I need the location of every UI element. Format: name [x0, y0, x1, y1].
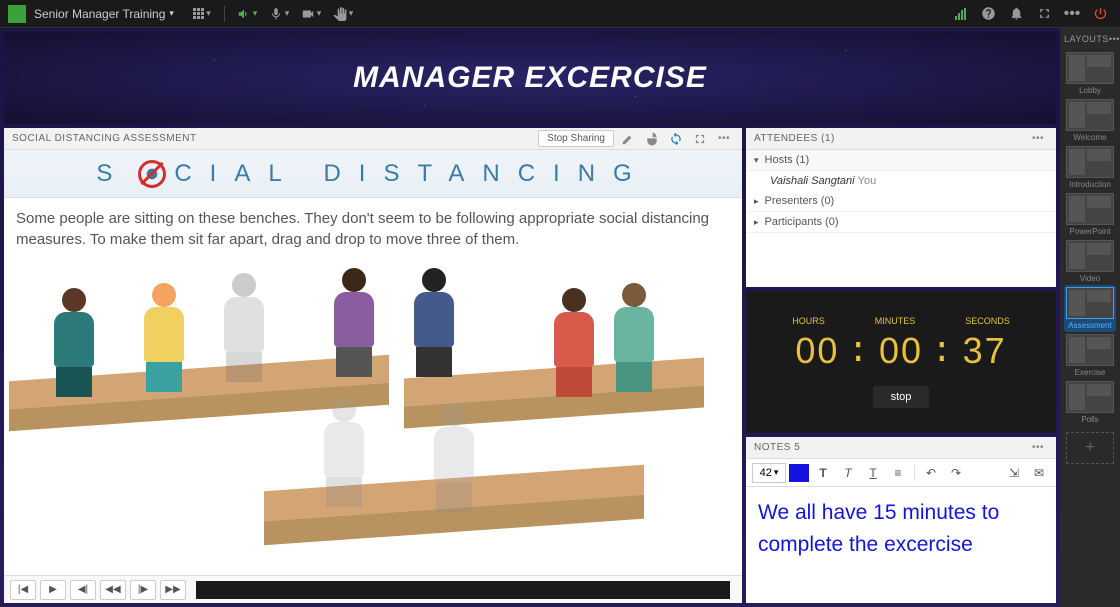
end-session-button[interactable] [1088, 3, 1112, 25]
underline-button[interactable]: T [862, 463, 884, 483]
timer-pod: HOURSMINUTESSECONDS 00:00:37 stop [746, 291, 1056, 433]
fullscreen-pod-icon[interactable] [690, 129, 710, 149]
pod-menu-icon[interactable]: ••• [714, 129, 734, 149]
notes-content[interactable]: We all have 15 minutes to complete the e… [746, 487, 1056, 570]
app-logo-icon[interactable] [8, 5, 26, 23]
layout-thumb-icon [1066, 99, 1114, 131]
media-controls: |◀ ▶ ◀| ◀◀ |▶ ▶▶ [4, 575, 742, 603]
notes-title: NOTES 5 [754, 442, 800, 453]
fullscreen-button[interactable] [1032, 3, 1056, 25]
layout-item-welcome[interactable]: Welcome [1064, 97, 1116, 144]
pointer-tool-icon[interactable] [642, 129, 662, 149]
top-toolbar: Senior Manager Training▾ ▾ ▾ ▾ ▾ ▾ ••• [0, 0, 1120, 28]
share-pod: SOCIAL DISTANCING ASSESSMENT Stop Sharin… [4, 128, 742, 603]
layout-grid-button[interactable]: ▾ [188, 3, 216, 25]
content-body[interactable]: Some people are sitting on these benches… [4, 198, 742, 575]
first-button[interactable]: |◀ [10, 580, 36, 600]
bold-button[interactable]: T [812, 463, 834, 483]
layout-thumb-icon [1066, 240, 1114, 272]
layout-item-exercise[interactable]: Exercise [1064, 332, 1116, 379]
email-button[interactable]: ✉ [1028, 463, 1050, 483]
stop-sharing-button[interactable]: Stop Sharing [538, 130, 614, 147]
layout-thumb-icon [1066, 381, 1114, 413]
timer-display: 00:00:37 [795, 330, 1006, 372]
participants-group[interactable]: ▸Participants (0) [746, 212, 1056, 233]
notifications-button[interactable] [1004, 3, 1028, 25]
layout-item-powerpoint[interactable]: PowerPoint [1064, 191, 1116, 238]
progress-bar[interactable] [196, 581, 730, 599]
person-2[interactable] [134, 283, 194, 393]
person-4[interactable] [404, 268, 464, 378]
share-pod-title: SOCIAL DISTANCING ASSESSMENT [12, 133, 197, 144]
share-pod-header: SOCIAL DISTANCING ASSESSMENT Stop Sharin… [4, 128, 742, 150]
font-size-select[interactable]: 42▾ [752, 463, 786, 483]
attendees-pod: ATTENDEES (1)••• ▾Hosts (1) Vaishali San… [746, 128, 1056, 287]
person-3[interactable] [324, 268, 384, 378]
attendees-menu-icon[interactable]: ••• [1028, 129, 1048, 149]
layout-item-assessment[interactable]: Assessment [1064, 285, 1116, 332]
banner: MANAGER EXCERCISE [4, 32, 1056, 124]
layouts-menu-icon[interactable]: ••• [1109, 34, 1120, 44]
bullets-button[interactable]: ≡ [887, 463, 909, 483]
microphone-button[interactable]: ▾ [265, 3, 293, 25]
attendees-title: ATTENDEES [754, 133, 818, 144]
add-layout-button[interactable]: + [1066, 432, 1114, 464]
layout-thumb-icon [1066, 52, 1114, 84]
sync-tool-icon[interactable] [666, 129, 686, 149]
layout-item-polls[interactable]: Polls [1064, 379, 1116, 426]
timer-stop-button[interactable]: stop [873, 386, 930, 408]
attendee-host-user[interactable]: Vaishali Sangtani You [746, 171, 1056, 191]
layouts-panel: LAYOUTS••• LobbyWelcomeIntroductionPower… [1060, 28, 1120, 607]
notes-menu-icon[interactable]: ••• [1028, 438, 1048, 458]
layout-thumb-icon [1066, 146, 1114, 178]
layouts-title: LAYOUTS [1064, 34, 1109, 44]
connection-status-icon[interactable] [948, 3, 972, 25]
notes-pod: NOTES 5 ••• 42▾ T T T ≡ ↶ ↷ ⇲ ✉ We all ha… [746, 437, 1056, 603]
layout-item-lobby[interactable]: Lobby [1064, 50, 1116, 97]
play-button[interactable]: ▶ [40, 580, 66, 600]
raise-hand-button[interactable]: ▾ [329, 3, 357, 25]
session-title-dropdown[interactable]: Senior Manager Training▾ [34, 7, 174, 21]
presenters-group[interactable]: ▸Presenters (0) [746, 191, 1056, 212]
person-ghost-2[interactable] [314, 398, 374, 508]
redo-button[interactable]: ↷ [945, 463, 967, 483]
layout-thumb-icon [1066, 287, 1114, 319]
italic-button[interactable]: T [837, 463, 859, 483]
person-6[interactable] [604, 283, 664, 393]
person-ghost-1[interactable] [214, 273, 274, 383]
font-color-button[interactable] [789, 464, 809, 482]
help-button[interactable] [976, 3, 1000, 25]
person-ghost-3[interactable] [424, 403, 484, 513]
prohibition-icon [138, 160, 166, 188]
next-button[interactable]: |▶ [130, 580, 156, 600]
banner-title: MANAGER EXCERCISE [353, 61, 707, 95]
hosts-group[interactable]: ▾Hosts (1) [746, 150, 1056, 171]
content-heading: S CIAL DISTANCING [4, 150, 742, 198]
person-5[interactable] [544, 288, 604, 398]
prev-button[interactable]: ◀| [70, 580, 96, 600]
layout-item-video[interactable]: Video [1064, 238, 1116, 285]
person-1[interactable] [44, 288, 104, 398]
forward-button[interactable]: ▶▶ [160, 580, 186, 600]
instructions-text: Some people are sitting on these benches… [16, 208, 730, 250]
speaker-button[interactable]: ▾ [233, 3, 261, 25]
more-options-button[interactable]: ••• [1060, 3, 1084, 25]
export-button[interactable]: ⇲ [1003, 463, 1025, 483]
layout-thumb-icon [1066, 334, 1114, 366]
workspace: MANAGER EXCERCISE SOCIAL DISTANCING ASSE… [0, 28, 1060, 607]
draw-tool-icon[interactable] [618, 129, 638, 149]
layout-item-introduction[interactable]: Introduction [1064, 144, 1116, 191]
layout-thumb-icon [1066, 193, 1114, 225]
webcam-button[interactable]: ▾ [297, 3, 325, 25]
undo-button[interactable]: ↶ [920, 463, 942, 483]
rewind-button[interactable]: ◀◀ [100, 580, 126, 600]
